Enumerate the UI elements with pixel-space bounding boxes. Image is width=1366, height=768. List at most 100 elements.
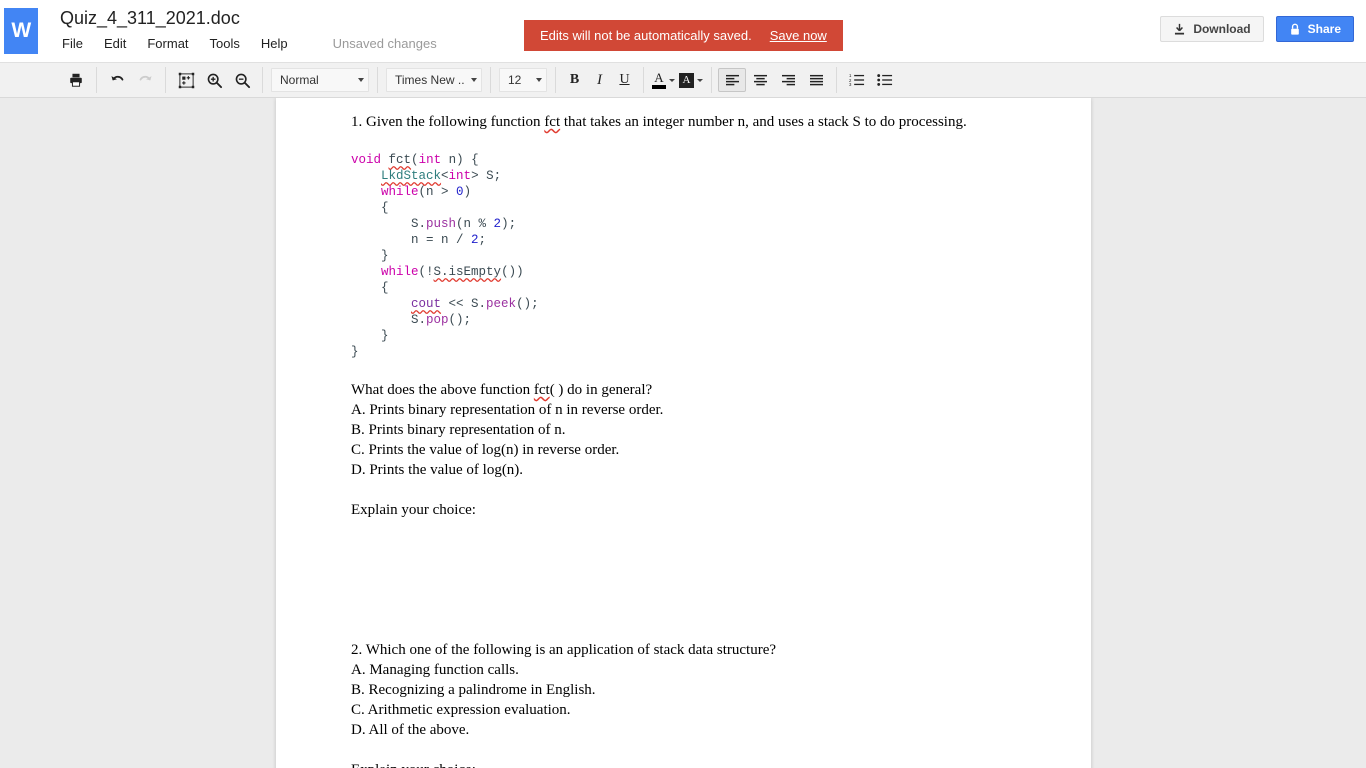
menu-bar: File Edit Format Tools Help Unsaved chan… xyxy=(60,34,437,54)
chevron-down-icon xyxy=(669,78,675,82)
align-left-button[interactable] xyxy=(718,68,746,92)
app-header: W Quiz_4_311_2021.doc File Edit Format T… xyxy=(0,0,1366,62)
code-text: << S. xyxy=(441,297,487,311)
code-number: 2 xyxy=(493,217,502,231)
code-keyword-int: int xyxy=(448,169,472,183)
undo-icon xyxy=(109,72,126,88)
highlight-color-icon: A xyxy=(679,72,694,88)
question-1-option-b: B. Prints binary representation of n. xyxy=(351,422,566,438)
code-line: S.pop(); xyxy=(351,312,1031,328)
document-page[interactable]: 1. Given the following function fct that… xyxy=(276,98,1091,768)
code-block: void fct(int n) { LkdStack<int> S; while… xyxy=(351,152,1031,360)
lock-icon xyxy=(1289,23,1301,36)
code-line: } xyxy=(351,345,359,359)
font-size-select[interactable]: 12 xyxy=(499,68,547,92)
q1-prompt-part-b: that takes an integer number n, and uses… xyxy=(560,114,967,130)
code-text: < xyxy=(441,169,449,183)
toolbar-group-colors: A A xyxy=(644,67,712,93)
code-method-push: push xyxy=(426,217,457,231)
numbered-list-button[interactable]: 123 xyxy=(843,68,871,92)
code-line: { xyxy=(351,281,389,295)
align-justify-icon xyxy=(809,74,824,87)
document-canvas[interactable]: 1. Given the following function fct that… xyxy=(0,98,1366,768)
insert-image-button[interactable] xyxy=(172,68,200,92)
paragraph-style-value: Normal xyxy=(280,73,319,87)
question-1-option-d: D. Prints the value of log(n). xyxy=(351,462,524,478)
print-button[interactable] xyxy=(62,68,90,92)
print-icon xyxy=(68,72,84,88)
q1-prompt-part-a: 1. Given the following function xyxy=(351,114,545,130)
code-line: while(n > 0) xyxy=(351,184,1031,200)
align-center-button[interactable] xyxy=(746,68,774,92)
menu-item-help[interactable]: Help xyxy=(261,34,288,54)
formatting-toolbar: Normal Times New ... 12 B I U A A 1 2 3 xyxy=(0,62,1366,98)
code-text: S. xyxy=(351,217,427,231)
bold-button[interactable]: B xyxy=(562,68,587,92)
save-now-link[interactable]: Save now xyxy=(770,28,827,43)
menu-item-tools[interactable]: Tools xyxy=(210,34,240,54)
code-number: 0 xyxy=(456,185,464,199)
code-text: ); xyxy=(501,217,517,231)
zoom-in-icon xyxy=(206,72,223,89)
question-2-option-d: D. All of the above. xyxy=(351,722,470,738)
redo-button[interactable] xyxy=(131,68,159,92)
highlight-color-button[interactable]: A xyxy=(677,68,705,92)
code-text: ()) xyxy=(501,265,524,279)
chevron-down-icon xyxy=(471,78,477,82)
code-text: n = n / xyxy=(351,233,472,247)
question-2-option-b: B. Recognizing a palindrome in English. xyxy=(351,682,596,698)
share-button[interactable]: Share xyxy=(1275,16,1354,42)
question-1-prompt: 1. Given the following function fct that… xyxy=(351,112,1031,132)
svg-text:3: 3 xyxy=(849,82,852,87)
banner-message: Edits will not be automatically saved. xyxy=(540,28,752,43)
answer-space[interactable] xyxy=(351,520,1031,640)
menu-item-edit[interactable]: Edit xyxy=(104,34,126,54)
code-line: cout << S.peek(); xyxy=(351,296,1031,312)
paragraph-style-select[interactable]: Normal xyxy=(271,68,369,92)
toolbar-group-text-format: B I U xyxy=(556,67,644,93)
bulleted-list-icon xyxy=(877,73,893,87)
download-button[interactable]: Download xyxy=(1160,16,1264,42)
bulleted-list-button[interactable] xyxy=(871,68,899,92)
menu-item-format[interactable]: Format xyxy=(147,34,188,54)
zoom-in-button[interactable] xyxy=(200,68,228,92)
font-family-select[interactable]: Times New ... xyxy=(386,68,482,92)
document-title[interactable]: Quiz_4_311_2021.doc xyxy=(60,7,437,29)
document-body[interactable]: 1. Given the following function fct that… xyxy=(276,98,1091,768)
code-text: (n % xyxy=(456,217,494,231)
code-number: 2 xyxy=(471,233,479,247)
code-paren: ( xyxy=(411,153,419,167)
question-1-explain-label: Explain your choice: xyxy=(351,502,476,518)
code-line: { xyxy=(351,201,389,215)
align-left-icon xyxy=(725,74,740,87)
align-justify-button[interactable] xyxy=(802,68,830,92)
toolbar-group-print xyxy=(56,67,97,93)
undo-button[interactable] xyxy=(103,68,131,92)
code-line: } xyxy=(351,329,389,343)
toolbar-group-style: Normal xyxy=(263,67,378,93)
code-text: S. xyxy=(351,313,427,327)
chevron-down-icon xyxy=(358,78,364,82)
font-family-value: Times New ... xyxy=(395,73,465,87)
code-line: S.push(n % 2); xyxy=(351,216,1031,232)
text-color-button[interactable]: A xyxy=(650,68,677,92)
toolbar-group-alignment xyxy=(712,67,837,93)
italic-button[interactable]: I xyxy=(587,68,612,92)
underline-button[interactable]: U xyxy=(612,68,637,92)
chevron-down-icon xyxy=(697,78,703,82)
app-logo: W xyxy=(4,8,38,54)
menu-item-file[interactable]: File xyxy=(62,34,83,54)
code-method-pop: pop xyxy=(426,313,449,327)
code-line: } xyxy=(351,249,389,263)
zoom-out-button[interactable] xyxy=(228,68,256,92)
insert-image-icon xyxy=(178,72,195,89)
code-line: n = n / 2; xyxy=(351,232,1031,248)
align-right-button[interactable] xyxy=(774,68,802,92)
